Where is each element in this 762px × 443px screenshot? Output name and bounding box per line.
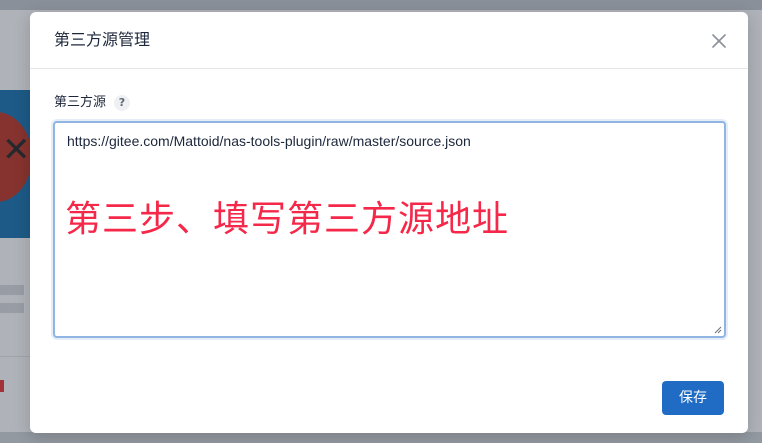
third-party-source-modal: 第三方源管理 第三方源 ? https://gitee.com/Mattoid/… [30,12,748,433]
modal-title: 第三方源管理 [54,30,151,49]
source-field-label: 第三方源 [54,95,107,110]
close-icon [712,34,726,48]
close-button[interactable] [708,30,730,52]
source-url-textarea[interactable]: https://gitee.com/Mattoid/nas-tools-plug… [55,123,724,336]
help-icon[interactable]: ? [114,95,130,111]
resize-grip-icon[interactable] [714,326,722,334]
save-button[interactable]: 保存 [662,381,724,415]
source-textarea-container: https://gitee.com/Mattoid/nas-tools-plug… [53,121,726,338]
modal-header: 第三方源管理 [30,12,748,69]
